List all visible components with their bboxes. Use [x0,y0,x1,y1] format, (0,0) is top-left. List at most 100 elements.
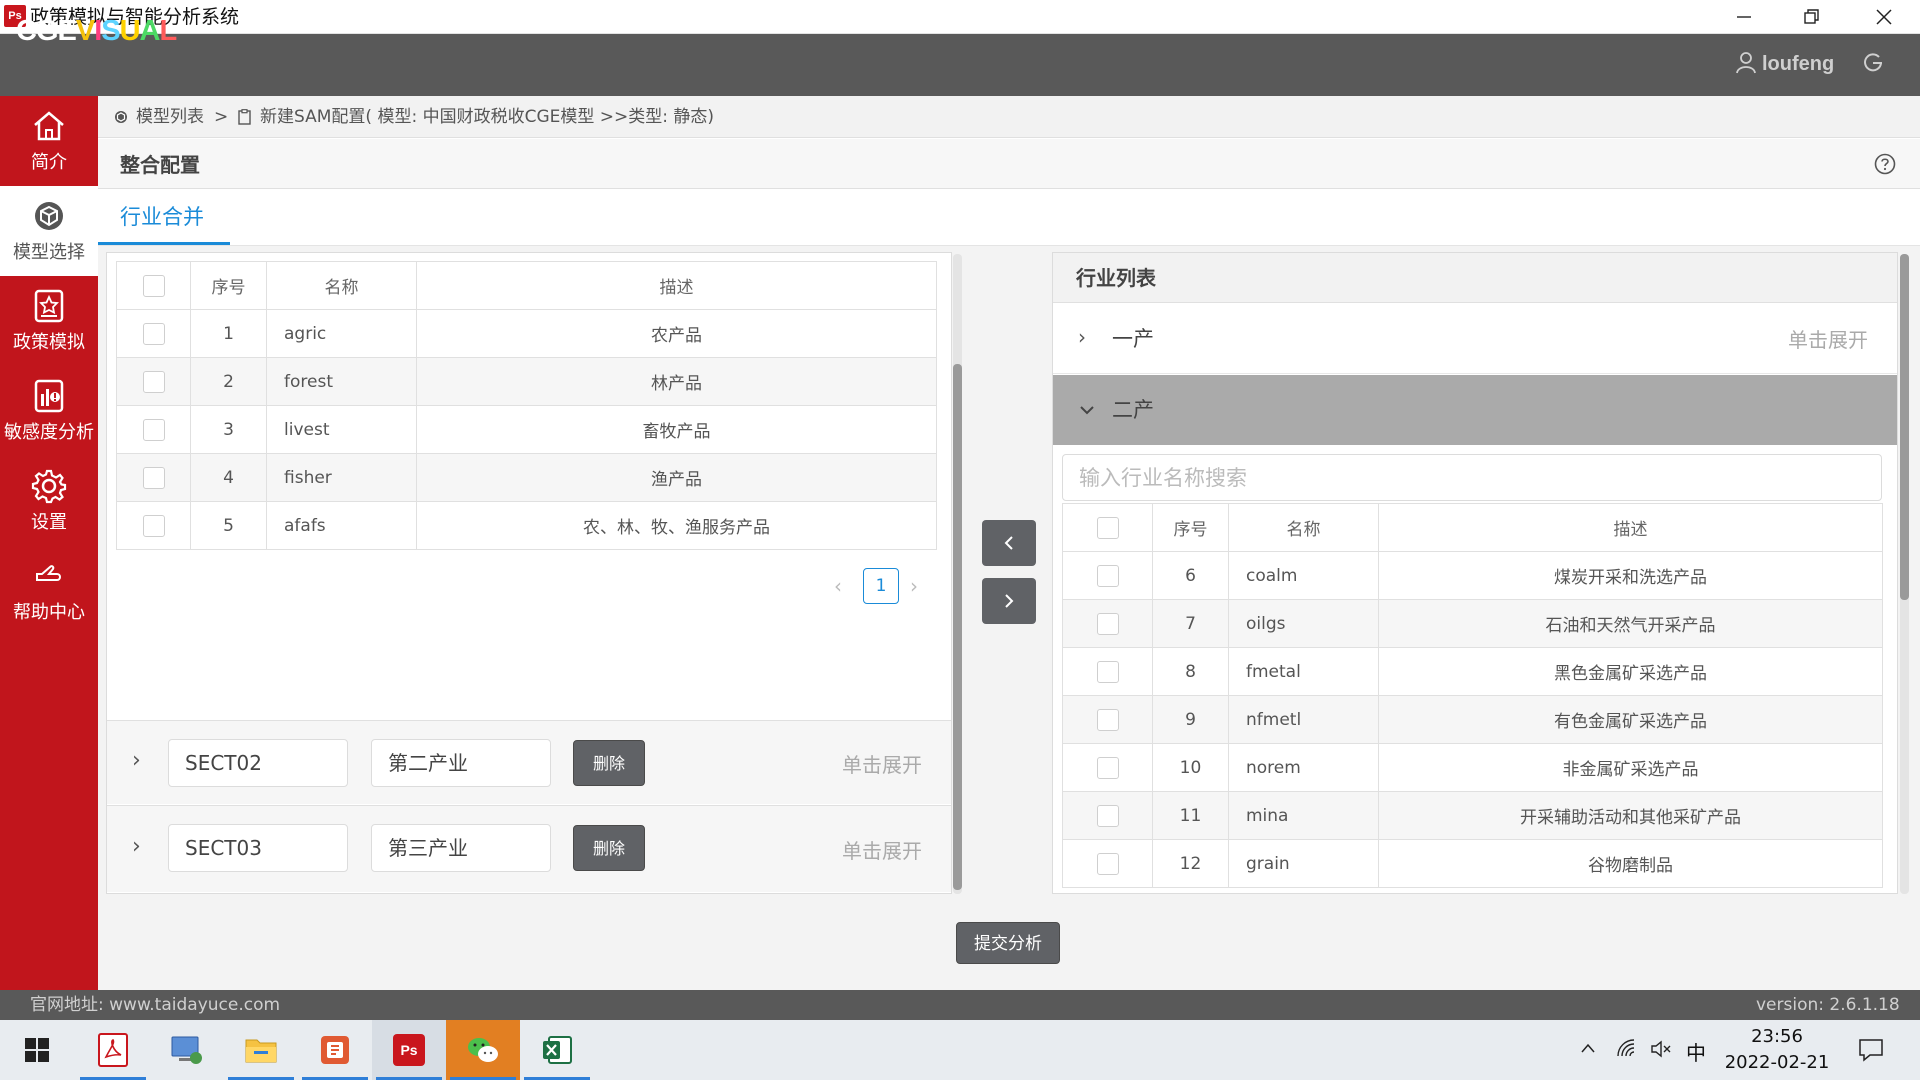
right-scrollbar[interactable] [1900,254,1909,894]
table-row[interactable]: 8 fmetal 黑色金属矿采选产品 [1062,647,1883,696]
group-code-input[interactable]: SECT03 [168,824,348,872]
expand-hint[interactable]: 单击展开 [842,749,922,778]
group-code-input[interactable]: SECT02 [168,739,348,787]
row-checkbox[interactable] [1096,660,1119,683]
row-desc: 黑色金属矿采选产品 [1378,647,1883,696]
restore-button[interactable] [1784,0,1840,34]
table-row[interactable]: 1 agric 农产品 [116,309,937,358]
category-secondary[interactable] [1053,375,1897,445]
table-row[interactable]: 7 oilgs 石油和天然气开采产品 [1062,599,1883,648]
chevron-right-icon[interactable]: › [1078,325,1086,349]
delete-group-button[interactable]: 删除 [573,740,645,786]
chevron-down-icon[interactable] [1079,404,1095,416]
chevron-right-icon[interactable]: › [132,748,141,773]
section-title: 整合配置 [120,153,200,177]
row-checkbox[interactable] [1096,612,1119,635]
taskbar-acrobat[interactable] [76,1020,150,1080]
category-primary[interactable] [1053,304,1897,374]
clock-date[interactable]: 2022-02-21 [1722,1052,1832,1074]
sidebar-item-policy-sim[interactable]: 政策模拟 [0,276,98,366]
breadcrumb-model-list[interactable]: 模型列表 [136,106,204,128]
clock-time[interactable]: 23:56 [1722,1026,1832,1048]
table-row[interactable]: 2 forest 林产品 [116,357,937,406]
row-no: 2 [190,357,267,406]
select-all-checkbox[interactable] [1096,516,1119,539]
tray-chevron-up-icon[interactable] [1580,1042,1596,1054]
pdf-icon [98,1033,128,1067]
delete-group-button[interactable]: 删除 [573,825,645,871]
table-row[interactable]: 3 livest 畜牧产品 [116,405,937,454]
table-row[interactable]: 9 nfmetl 有色金属矿采选产品 [1062,695,1883,744]
sidebar-item-help[interactable]: 帮助中心 [0,546,98,636]
table-row[interactable]: 4 fisher 渔产品 [116,453,937,502]
row-no: 12 [1152,839,1229,888]
pagination-next[interactable]: › [910,574,918,598]
column-header: 描述 [416,261,937,310]
select-all-checkbox[interactable] [142,274,165,297]
row-no: 10 [1152,743,1229,792]
table-row[interactable]: 5 afafs 农、林、牧、渔服务产品 [116,501,937,550]
row-checkbox[interactable] [1096,804,1119,827]
table-row[interactable]: 6 coalm 煤炭开采和洗选产品 [1062,551,1883,600]
row-checkbox[interactable] [1096,564,1119,587]
pagination-page[interactable]: 1 [863,568,899,604]
username[interactable]: loufeng [1762,51,1834,77]
row-desc: 石油和天然气开采产品 [1378,599,1883,648]
notification-icon[interactable] [1858,1038,1884,1062]
start-button[interactable] [0,1020,74,1080]
help-icon[interactable] [1874,153,1896,175]
close-button[interactable] [1856,0,1912,34]
taskbar-excel[interactable] [520,1020,594,1080]
breadcrumb-separator: > [214,107,229,127]
row-checkbox[interactable] [142,370,165,393]
row-checkbox[interactable] [142,466,165,489]
move-right-button[interactable] [982,578,1036,624]
network-icon[interactable] [1616,1038,1638,1058]
table-row[interactable]: 11 mina 开采辅助活动和其他采矿产品 [1062,791,1883,840]
cge-app-icon: Ps [393,1034,425,1066]
logo-part: L [159,15,178,47]
row-name: forest [266,357,417,406]
left-scrollbar[interactable] [953,254,962,894]
pagination-prev[interactable]: ‹ [834,574,842,598]
volume-muted-icon[interactable] [1650,1039,1672,1059]
logout-icon[interactable] [1862,52,1884,74]
submit-analysis-button[interactable]: 提交分析 [956,922,1060,964]
row-desc: 农、林、牧、渔服务产品 [416,501,937,550]
move-left-button[interactable] [982,520,1036,566]
row-name: fmetal [1228,647,1379,696]
minimize-button[interactable] [1716,0,1772,34]
sidebar-item-model-select[interactable]: 模型选择 [0,186,98,276]
row-desc: 煤炭开采和洗选产品 [1378,551,1883,600]
taskbar-file-explorer[interactable] [224,1020,298,1080]
input-method-indicator[interactable]: 中 [1686,1037,1706,1066]
row-checkbox[interactable] [1096,708,1119,731]
tab-industry-merge[interactable]: 行业合并 [120,204,204,230]
scrollbar-thumb[interactable] [1900,254,1909,600]
expand-hint[interactable]: 单击展开 [1788,327,1868,353]
expand-hint[interactable]: 单击展开 [842,835,922,864]
sidebar-item-intro[interactable]: 简介 [0,96,98,186]
row-checkbox[interactable] [142,418,165,441]
scrollbar-thumb[interactable] [953,364,962,890]
star-doc-icon [34,289,64,323]
industry-search-input[interactable] [1062,454,1882,501]
group-name-input[interactable]: 第二产业 [371,739,551,787]
row-checkbox[interactable] [142,514,165,537]
row-checkbox[interactable] [1096,852,1119,875]
row-checkbox[interactable] [142,322,165,345]
taskbar-computer[interactable] [150,1020,224,1080]
website-address: 官网地址: www.taidayuce.com [30,995,281,1015]
row-checkbox[interactable] [1096,756,1119,779]
sidebar-item-settings[interactable]: 设置 [0,456,98,546]
sidebar-item-sensitivity[interactable]: 敏感度分析 [0,366,98,456]
table-row[interactable]: 10 norem 非金属矿采选产品 [1062,743,1883,792]
svg-text:Ps: Ps [400,1042,417,1058]
group-name-input[interactable]: 第三产业 [371,824,551,872]
chevron-right-icon[interactable]: › [132,834,141,859]
table-row[interactable]: 12 grain 谷物磨制品 [1062,839,1883,888]
taskbar-presentation-app[interactable] [298,1020,372,1080]
taskbar-cge-app[interactable]: Ps [372,1020,446,1080]
taskbar-wechat[interactable] [446,1020,520,1080]
logo-part: CGE [16,15,77,47]
